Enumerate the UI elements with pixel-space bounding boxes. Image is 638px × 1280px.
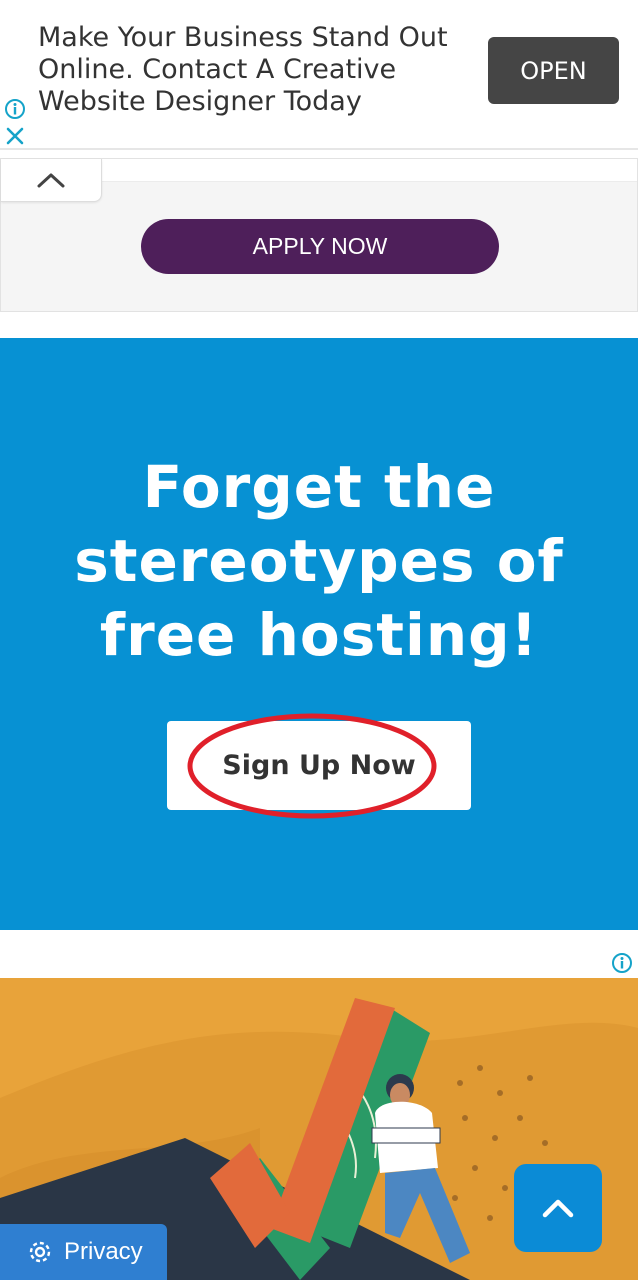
info-icon[interactable] xyxy=(4,98,26,120)
ad-text[interactable]: Make Your Business Stand Out Online. Con… xyxy=(38,22,468,118)
top-ad-banner[interactable]: Make Your Business Stand Out Online. Con… xyxy=(0,0,638,150)
open-button[interactable]: OPEN xyxy=(488,37,619,104)
privacy-label: Privacy xyxy=(64,1238,143,1265)
hero-headline: Forget the stereotypes of free hosting! xyxy=(74,453,564,669)
sign-up-button[interactable]: Sign Up Now xyxy=(167,721,471,810)
close-icon[interactable] xyxy=(5,126,25,146)
hero-section: Forget the stereotypes of free hosting! … xyxy=(0,338,638,930)
info-icon[interactable] xyxy=(611,952,633,974)
privacy-button[interactable]: Privacy xyxy=(0,1224,167,1280)
gear-icon xyxy=(29,1241,51,1263)
apply-now-button[interactable]: APPLY NOW xyxy=(141,219,499,274)
panel-top-strip xyxy=(102,159,637,182)
chevron-up-icon xyxy=(37,173,65,188)
chevron-up-icon xyxy=(542,1199,574,1218)
scroll-to-top-button[interactable] xyxy=(514,1164,602,1252)
apply-panel: APPLY NOW xyxy=(0,158,638,312)
collapse-toggle[interactable] xyxy=(1,159,102,202)
